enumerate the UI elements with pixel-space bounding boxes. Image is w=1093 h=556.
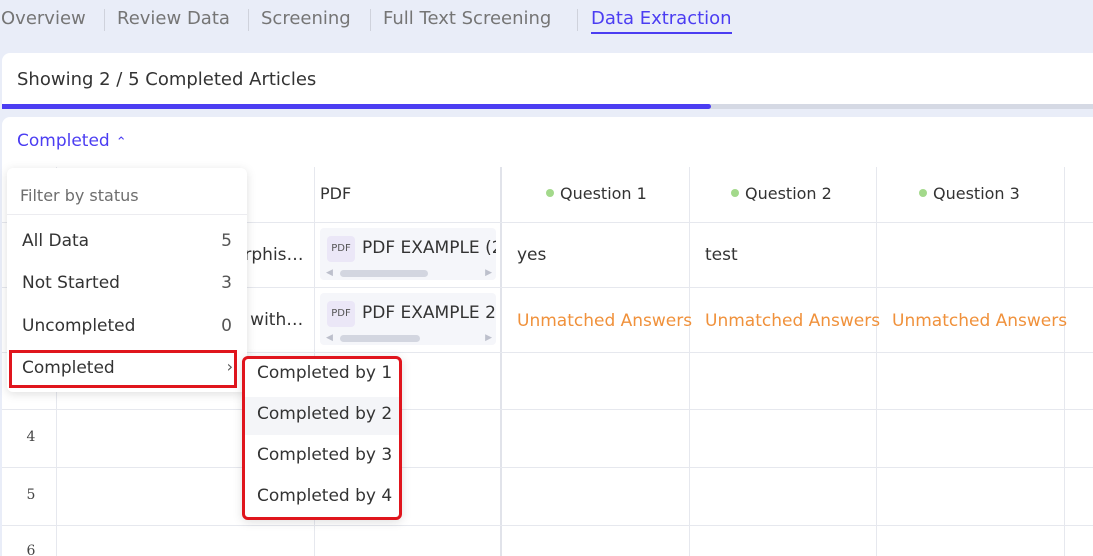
submenu-completed-by-4[interactable]: Completed by 4 xyxy=(245,479,399,517)
pdf-file-name: PDF EXAMPLE 2 xyxy=(362,303,496,323)
filter-option-uncompleted[interactable]: Uncompleted 0 xyxy=(7,308,247,344)
column-header-question-3: Question 3 xyxy=(919,184,1020,203)
filter-option-completed[interactable]: Completed › xyxy=(7,350,247,388)
count-badge: 3 xyxy=(221,273,232,293)
pdf-file-icon: PDF xyxy=(327,301,355,327)
tab-data-extraction[interactable]: Data Extraction xyxy=(591,8,732,34)
row-number: 4 xyxy=(26,429,36,445)
row-number: 6 xyxy=(26,543,36,556)
pdf-file-icon: PDF xyxy=(327,236,355,262)
column-header-pdf: PDF xyxy=(320,184,352,203)
tab-bar: Overview Review Data Screening Full Text… xyxy=(0,0,1093,52)
tab-full-text-screening[interactable]: Full Text Screening xyxy=(383,8,551,34)
scroll-right-icon[interactable]: ▶ xyxy=(485,268,492,278)
tab-divider xyxy=(577,9,578,31)
pdf-attachment[interactable]: PDF PDF EXAMPLE (2 ◀ ▶ xyxy=(320,228,496,280)
scroll-thumb[interactable] xyxy=(340,335,420,342)
progress-fill xyxy=(2,104,712,109)
pdf-scrollbar[interactable]: ◀ ▶ xyxy=(326,268,492,278)
filter-status-menu: Filter by status All Data 5 Not Started … xyxy=(7,168,247,392)
column-divider xyxy=(876,167,877,556)
tab-divider xyxy=(104,9,105,31)
tab-overview[interactable]: Overview xyxy=(1,8,86,34)
filter-option-all-data[interactable]: All Data 5 xyxy=(7,223,247,259)
row-number: 5 xyxy=(26,487,36,503)
tab-review-data[interactable]: Review Data xyxy=(117,8,230,34)
tab-divider xyxy=(370,9,371,31)
status-dot xyxy=(919,189,927,197)
answer-cell[interactable]: yes xyxy=(517,245,546,265)
column-divider xyxy=(500,167,502,556)
chevron-right-icon: › xyxy=(226,357,233,376)
count-badge: 0 xyxy=(221,316,232,336)
pdf-attachment[interactable]: PDF PDF EXAMPLE 2 ◀ ▶ xyxy=(320,293,496,345)
pdf-scrollbar[interactable]: ◀ ▶ xyxy=(326,333,492,343)
scroll-left-icon[interactable]: ◀ xyxy=(326,268,333,278)
pdf-file-name: PDF EXAMPLE (2 xyxy=(362,238,496,258)
column-header-question-1: Question 1 xyxy=(546,184,647,203)
submenu-completed-by-3[interactable]: Completed by 3 xyxy=(245,438,399,476)
summary-bar: Showing 2 / 5 Completed Articles xyxy=(2,53,1093,109)
menu-divider xyxy=(7,214,247,215)
scroll-left-icon[interactable]: ◀ xyxy=(326,333,333,343)
scroll-thumb[interactable] xyxy=(340,270,428,277)
unmatched-answer-cell[interactable]: Unmatched Answers xyxy=(705,311,880,331)
filter-menu-title: Filter by status xyxy=(20,186,139,205)
row-divider xyxy=(2,525,1093,526)
chevron-up-icon: ⌃ xyxy=(115,135,127,150)
answer-cell[interactable]: test xyxy=(705,245,738,265)
submenu-completed-by-1[interactable]: Completed by 1 xyxy=(245,359,399,397)
filter-option-not-started[interactable]: Not Started 3 xyxy=(7,265,247,301)
unmatched-answer-cell[interactable]: Unmatched Answers xyxy=(517,311,692,331)
column-divider xyxy=(689,167,690,556)
tab-screening[interactable]: Screening xyxy=(261,8,351,34)
progress-bar xyxy=(2,104,1093,109)
status-filter-label: Completed xyxy=(17,131,110,151)
column-divider xyxy=(1064,167,1065,556)
tab-divider xyxy=(248,9,249,31)
row-divider xyxy=(2,409,1093,410)
status-filter-toggle[interactable]: Completed ⌃ xyxy=(17,131,127,151)
summary-title: Showing 2 / 5 Completed Articles xyxy=(17,69,317,90)
unmatched-answer-cell[interactable]: Unmatched Answers xyxy=(892,311,1067,331)
submenu-completed-by-2[interactable]: Completed by 2 xyxy=(245,397,399,435)
completed-by-submenu: Completed by 1 Completed by 2 Completed … xyxy=(242,356,402,520)
status-dot xyxy=(546,189,554,197)
count-badge: 5 xyxy=(221,231,232,251)
column-header-question-2: Question 2 xyxy=(731,184,832,203)
scroll-right-icon[interactable]: ▶ xyxy=(485,333,492,343)
row-divider xyxy=(2,467,1093,468)
status-dot xyxy=(731,189,739,197)
